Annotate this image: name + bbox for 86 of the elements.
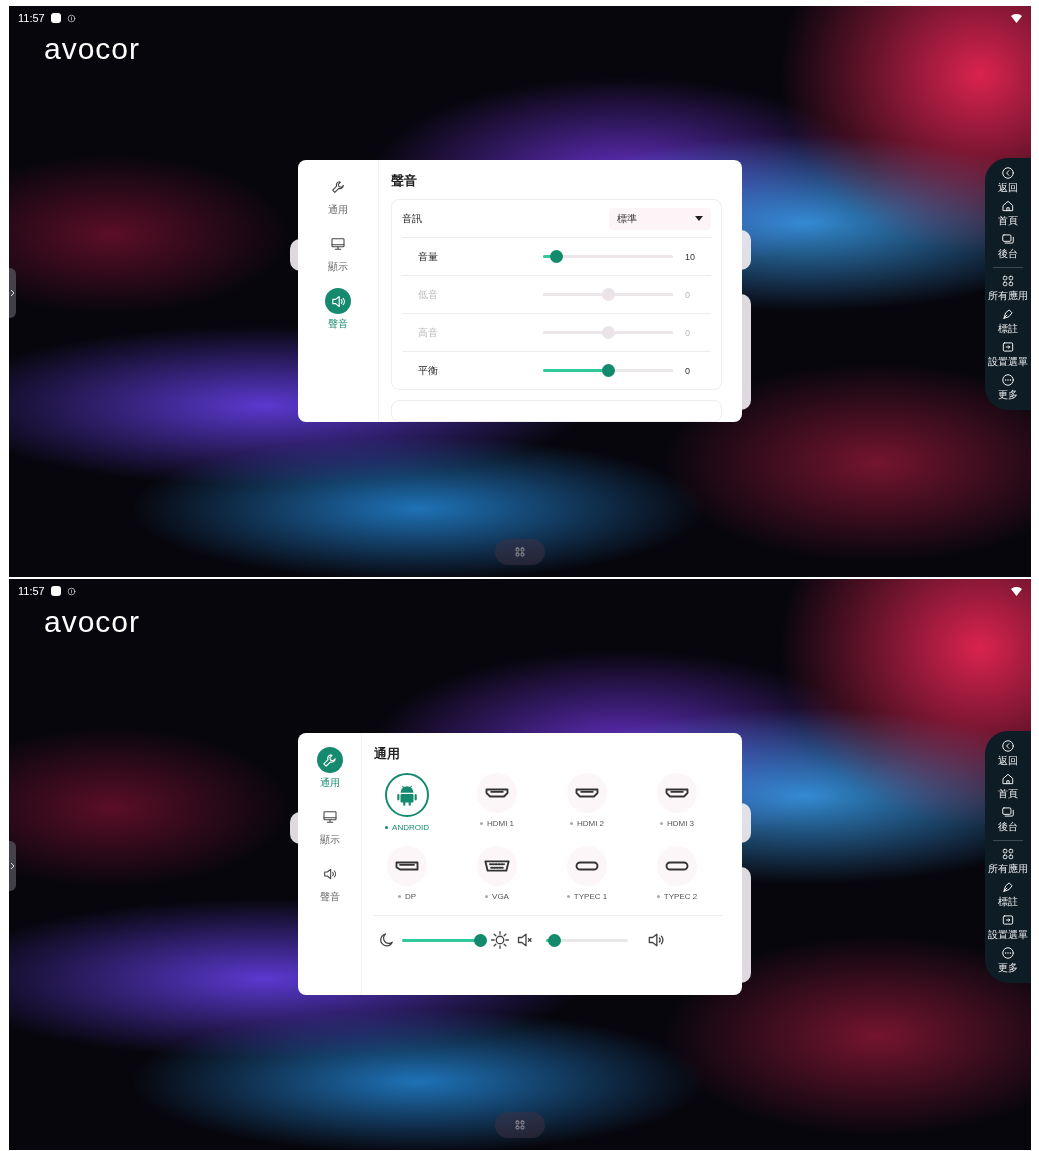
slider-thumb[interactable] xyxy=(550,250,563,263)
brightness-slider[interactable] xyxy=(402,933,484,947)
windows-icon xyxy=(1001,232,1015,246)
settings-tab[interactable]: 聲音 xyxy=(316,861,343,904)
setting-label: 音量 xyxy=(417,249,439,264)
brand-logo: avocor xyxy=(44,605,141,639)
clock: 11:57 xyxy=(18,12,45,24)
slider-track[interactable] xyxy=(543,364,673,377)
panel-title: 聲音 xyxy=(391,172,417,190)
toolbar-button[interactable]: 設置選單 xyxy=(988,913,1028,942)
back-icon xyxy=(1001,166,1015,180)
clock: 11:57 xyxy=(18,585,45,597)
slider-track[interactable] xyxy=(543,288,673,301)
setting-label: 平衡 xyxy=(417,363,439,378)
app-drawer-button[interactable] xyxy=(495,539,545,565)
toolbar-button[interactable]: 後台 xyxy=(998,805,1018,834)
chevron-icon xyxy=(10,862,15,870)
input-source-button[interactable]: HDMI 3 xyxy=(632,773,722,832)
pen-icon xyxy=(1001,880,1015,894)
chevron-icon xyxy=(10,289,15,297)
setting-label: 低音 xyxy=(417,287,439,302)
home-icon xyxy=(1001,199,1015,213)
sun-icon xyxy=(490,930,510,950)
slider-value: 0 xyxy=(685,365,690,376)
slider-track[interactable] xyxy=(543,250,673,263)
volume-slider[interactable] xyxy=(546,933,628,947)
side-panel-handle[interactable] xyxy=(9,841,16,891)
info-icon xyxy=(66,13,76,23)
settings-tab[interactable]: 通用 xyxy=(325,174,351,217)
slider-value: 10 xyxy=(685,251,695,262)
home-icon xyxy=(1001,772,1015,786)
notification-icon xyxy=(50,13,61,23)
slider-thumb[interactable] xyxy=(473,933,487,947)
input-icon xyxy=(1001,340,1015,354)
monitor-icon xyxy=(321,809,338,825)
input-source-button[interactable]: DP xyxy=(362,846,452,901)
wrench-icon xyxy=(330,179,346,195)
wifi-icon xyxy=(1011,13,1022,23)
toolbar-button[interactable]: 更多 xyxy=(998,373,1018,402)
apps-icon xyxy=(1001,847,1015,861)
toolbar-button[interactable]: 所有應用 xyxy=(988,847,1028,876)
grid-icon xyxy=(514,546,526,558)
more-icon xyxy=(1001,946,1015,960)
more-icon xyxy=(1001,373,1015,387)
back-icon xyxy=(1001,739,1015,753)
panel-title: 通用 xyxy=(374,745,400,763)
info-icon xyxy=(66,586,76,596)
app-drawer-button[interactable] xyxy=(495,1112,545,1138)
wrench-icon xyxy=(321,751,338,769)
toolbar-button[interactable]: 所有應用 xyxy=(988,274,1028,303)
monitor-icon xyxy=(330,236,346,252)
input-source-button[interactable]: TYPEC 1 xyxy=(542,846,632,901)
toolbar-button[interactable]: 標註 xyxy=(998,307,1018,336)
input-source-button[interactable]: ANDROID xyxy=(362,773,452,832)
settings-tab[interactable]: 顯示 xyxy=(316,804,343,847)
toolbar-button[interactable]: 首頁 xyxy=(998,772,1018,801)
input-source-button[interactable]: HDMI 1 xyxy=(452,773,542,832)
setting-label: 高音 xyxy=(417,325,439,340)
toolbar-button[interactable]: 首頁 xyxy=(998,199,1018,228)
toolbar-button[interactable]: 設置選單 xyxy=(988,340,1028,369)
input-source-button[interactable]: HDMI 2 xyxy=(542,773,632,832)
toolbar-button[interactable]: 更多 xyxy=(998,946,1018,975)
speaker-icon xyxy=(321,866,338,882)
input-source-button[interactable]: VGA xyxy=(452,846,542,901)
slider-track[interactable] xyxy=(543,326,673,339)
dropdown-caret-icon xyxy=(695,216,703,221)
wifi-icon xyxy=(1011,586,1022,596)
moon-icon xyxy=(378,931,396,949)
grid-icon xyxy=(514,1119,526,1131)
windows-icon xyxy=(1001,805,1015,819)
brand-logo: avocor xyxy=(44,32,141,66)
slider-thumb[interactable] xyxy=(548,933,562,947)
side-panel-handle[interactable] xyxy=(9,268,16,318)
toolbar-button[interactable]: 標註 xyxy=(998,880,1018,909)
sound-mode-dropdown[interactable]: 標準 xyxy=(609,207,711,230)
setting-label: 音訊 xyxy=(402,211,422,226)
toolbar-button[interactable]: 返回 xyxy=(998,739,1018,768)
input-icon xyxy=(1001,913,1015,927)
toolbar-button[interactable]: 返回 xyxy=(998,166,1018,195)
settings-tab[interactable]: 顯示 xyxy=(325,231,351,274)
notification-icon xyxy=(50,586,61,596)
apps-icon xyxy=(1001,274,1015,288)
toolbar-button[interactable]: 後台 xyxy=(998,232,1018,261)
pen-icon xyxy=(1001,307,1015,321)
input-source-button[interactable]: TYPEC 2 xyxy=(632,846,722,901)
slider-thumb[interactable] xyxy=(602,364,615,377)
